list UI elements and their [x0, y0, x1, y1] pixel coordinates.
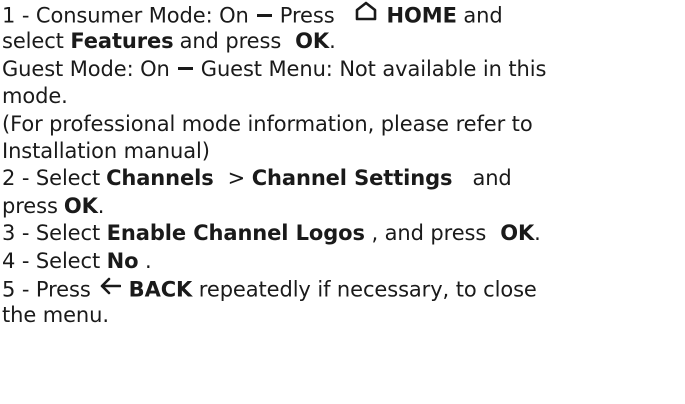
home-icon	[355, 1, 377, 28]
ok-key-label: OK	[63, 193, 98, 218]
step-4-text: 4 - Select	[2, 248, 101, 273]
period: .	[97, 193, 105, 218]
the-menu-text: the menu.	[2, 303, 109, 328]
guest-mode-text: Guest Mode: On	[2, 56, 170, 81]
instruction-text: 1 - Consumer Mode: On Press HOME and selec…	[0, 1, 685, 404]
dash-symbol	[256, 13, 272, 17]
home-key-label: HOME	[386, 3, 457, 28]
mode-text: mode.	[2, 84, 68, 109]
instruction-line-3: Guest Mode: On Guest Menu: Not available …	[2, 56, 685, 83]
instruction-line-1: 1 - Consumer Mode: On Press HOME and	[2, 1, 685, 28]
breadcrumb-separator: >	[227, 166, 246, 191]
instruction-line-9: 3 - Select Enable Channel Logos , and pr…	[2, 220, 685, 247]
select-text: select	[2, 29, 64, 54]
instruction-line-12: the menu.	[2, 302, 685, 329]
enable-channel-logos-menu-item: Enable Channel Logos	[106, 221, 365, 246]
instruction-line-6: Installation manual)	[2, 138, 685, 165]
press-text: Press	[279, 3, 335, 28]
step-2-text: 2 - Select	[2, 166, 101, 191]
instruction-line-11: 5 - Press BACK repeatedly if necessary, t…	[2, 275, 685, 302]
step-3-text: 3 - Select	[2, 221, 101, 246]
step-5-text: 5 - Press	[2, 277, 91, 302]
period: .	[534, 221, 541, 246]
period: .	[329, 29, 336, 54]
guest-menu-text: Guest Menu: Not available in this	[200, 56, 547, 81]
channels-menu-item: Channels	[106, 166, 214, 191]
press-text: press	[2, 193, 58, 218]
and-text: and	[463, 3, 503, 28]
repeatedly-text: repeatedly if necessary, to close	[198, 277, 537, 302]
instruction-line-8: press OK.	[2, 193, 685, 220]
no-option: No	[106, 248, 139, 273]
channel-settings-menu-item: Channel Settings	[251, 166, 453, 191]
instruction-line-10: 4 - Select No .	[2, 248, 685, 275]
instruction-line-2: select Features and press OK.	[2, 28, 685, 55]
installation-manual-text: Installation manual)	[2, 138, 210, 163]
instruction-line-7: 2 - Select Channels > Channel Settings and	[2, 165, 685, 192]
ok-key-label: OK	[295, 29, 330, 54]
back-arrow-icon	[99, 275, 121, 302]
and-press-text: , and press	[371, 221, 487, 246]
and-press-text: and press	[179, 29, 282, 54]
and-text: and	[472, 166, 512, 191]
dash-symbol	[177, 66, 193, 70]
instruction-line-5: (For professional mode information, plea…	[2, 111, 685, 138]
period: .	[145, 248, 152, 273]
ok-key-label: OK	[500, 221, 535, 246]
step-1-text: 1 - Consumer Mode: On	[2, 3, 249, 28]
back-key-label: BACK	[128, 277, 193, 302]
features-menu-item: Features	[70, 29, 174, 54]
professional-note-text: (For professional mode information, plea…	[2, 111, 533, 136]
instruction-line-4: mode.	[2, 83, 685, 110]
